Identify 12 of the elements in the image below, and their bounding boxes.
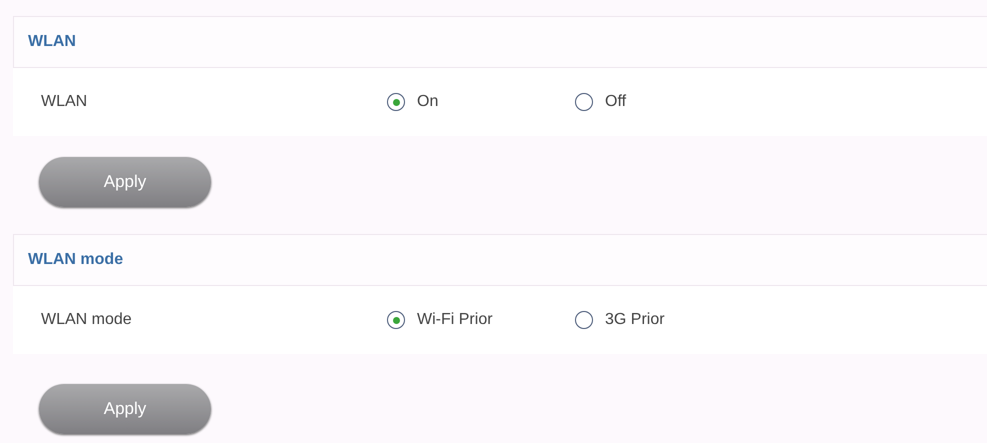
field-label: WLAN [41, 92, 88, 112]
section-title: WLAN [28, 32, 76, 52]
section-title: WLAN mode [28, 250, 124, 270]
radio-button[interactable] [387, 311, 405, 329]
option-label[interactable]: Wi-Fi Prior [417, 308, 493, 332]
radio-button[interactable] [387, 93, 405, 111]
radio-button[interactable] [575, 93, 593, 111]
option-label[interactable]: 3G Prior [605, 308, 665, 332]
radio-button[interactable] [575, 311, 593, 329]
option-label[interactable]: On [417, 90, 438, 114]
option-label[interactable]: Off [605, 90, 626, 114]
field-label: WLAN mode [41, 310, 133, 330]
